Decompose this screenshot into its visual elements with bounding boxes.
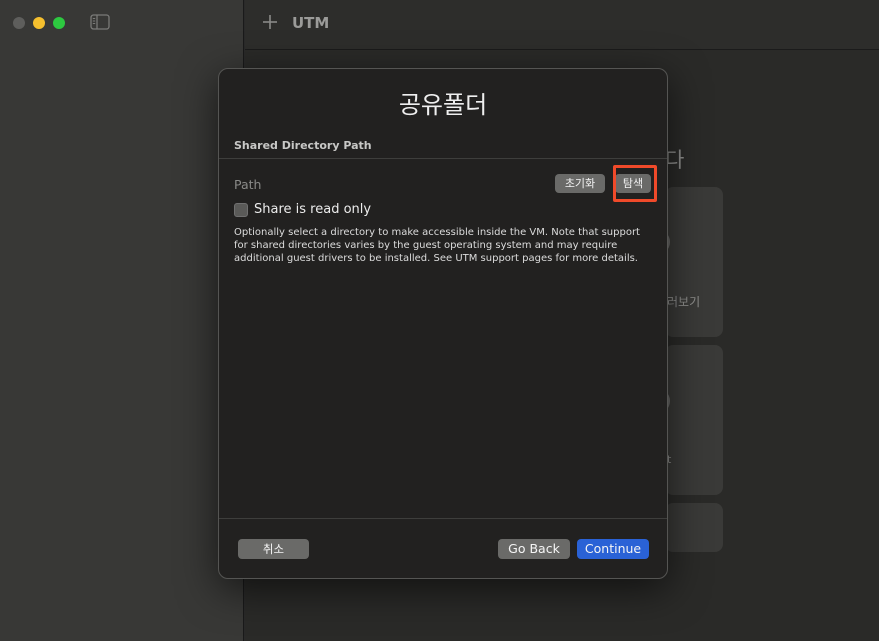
zoom-window-button[interactable] (53, 17, 65, 29)
close-window-button[interactable] (13, 17, 25, 29)
cancel-button[interactable]: 취소 (238, 539, 309, 559)
card-label: 러보기 (667, 295, 701, 309)
app-title: UTM (292, 14, 330, 32)
minimize-window-button[interactable] (33, 17, 45, 29)
sidebar (0, 0, 244, 641)
action-card[interactable] (665, 187, 723, 337)
sidebar-toggle-icon[interactable] (90, 14, 110, 30)
dialog-title: 공유폴더 (398, 91, 488, 119)
help-description: Optionally select a directory to make ac… (234, 227, 640, 264)
section-label: Shared Directory Path (234, 139, 372, 152)
divider (219, 158, 667, 159)
toolbar: UTM (245, 0, 879, 50)
readonly-checkbox[interactable] (234, 203, 248, 217)
action-card[interactable] (665, 503, 723, 552)
action-card[interactable] (665, 345, 723, 495)
continue-button[interactable]: Continue (577, 539, 649, 559)
path-label: Path (234, 177, 262, 192)
divider (219, 518, 667, 519)
readonly-label[interactable]: Share is read only (254, 202, 371, 217)
go-back-button[interactable]: Go Back (498, 539, 570, 559)
shared-folder-dialog: 공유폴더 Shared Directory Path Path 초기화 탐색 S… (218, 68, 668, 579)
plus-icon[interactable] (261, 13, 279, 31)
highlight-annotation (613, 165, 657, 202)
reset-button[interactable]: 초기화 (555, 174, 605, 193)
